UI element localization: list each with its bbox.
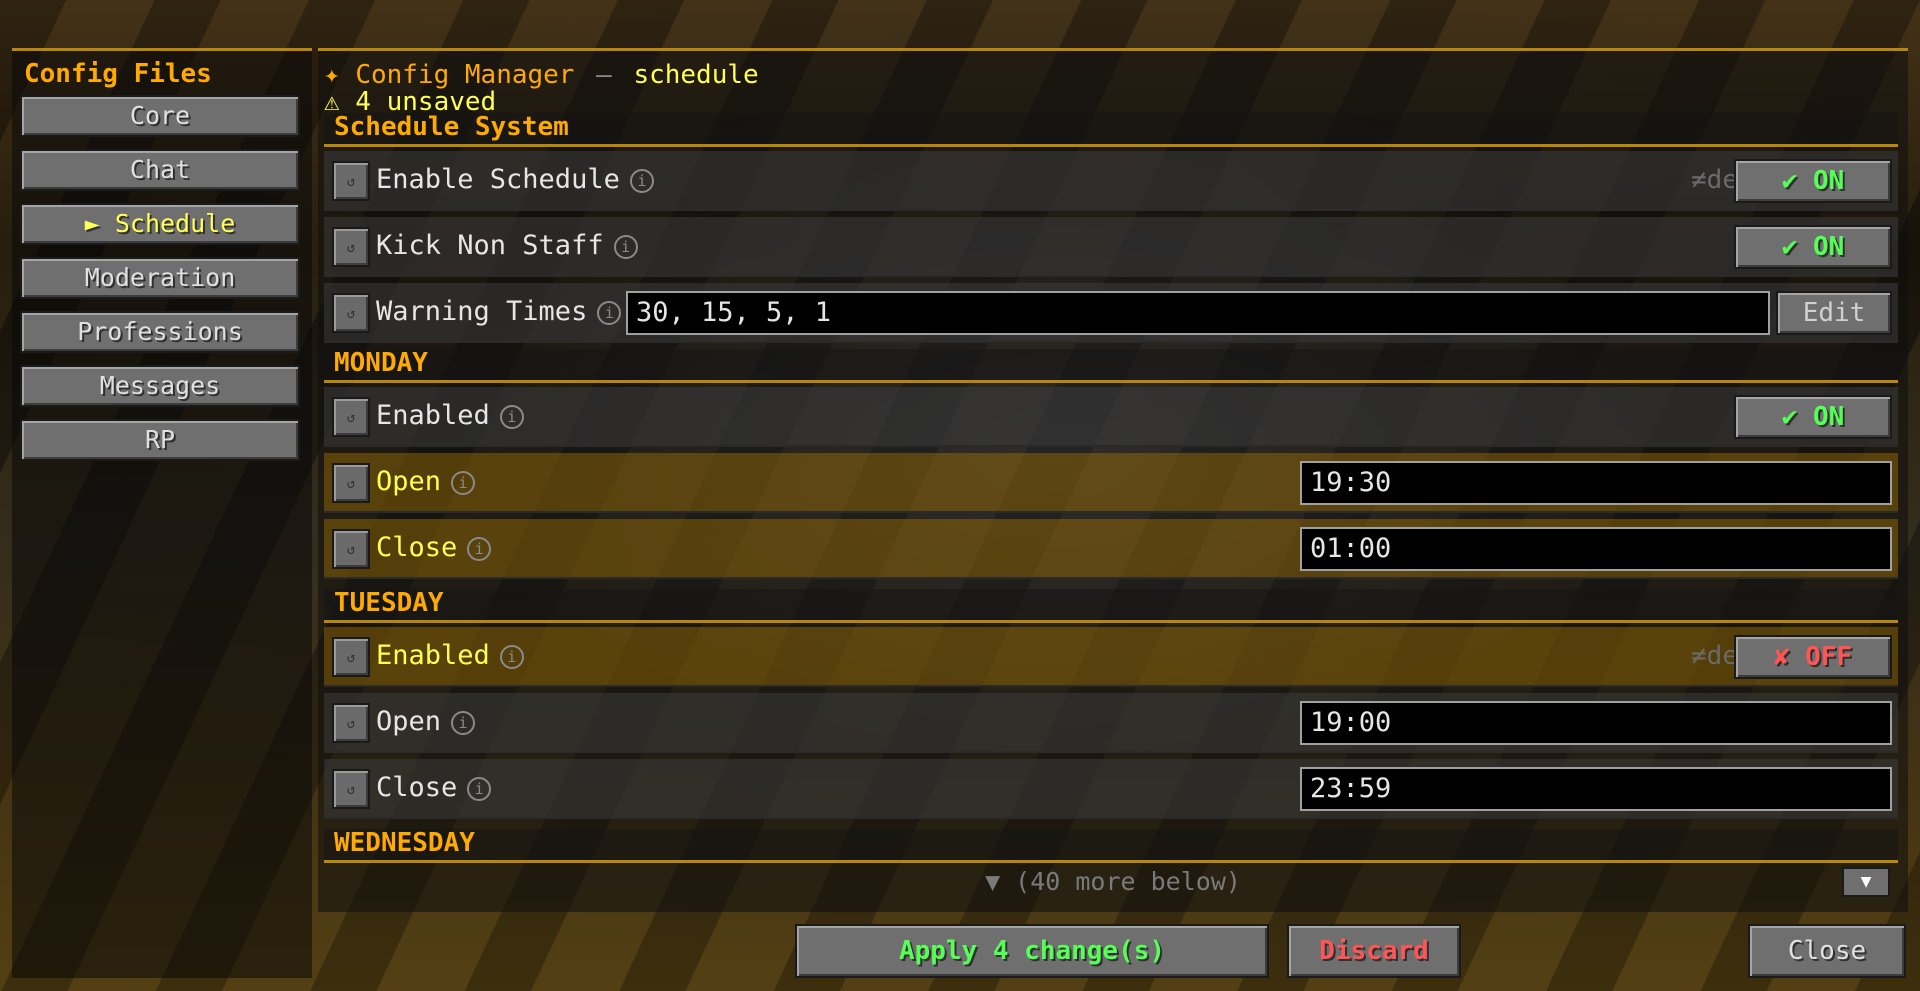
scroll-down-button[interactable]: ▼ [1842,867,1890,897]
tuesday-open-field[interactable]: 19:00 [1300,701,1892,745]
sidebar-item-moderation[interactable]: Moderation [20,257,300,299]
setting-row-enable-schedule: ↺ Enable Schedule i ≠de ✔ ON [324,151,1898,211]
kick-non-staff-toggle[interactable]: ✔ ON [1734,225,1892,269]
info-icon[interactable]: i [451,710,476,735]
section-title: TUESDAY [334,588,444,618]
warning-times-field[interactable]: 30, 15, 5, 1 [626,291,1770,335]
reset-icon[interactable]: ↺ [332,227,370,267]
not-default-indicator: ≠de [1691,165,1738,195]
header-separator: — [596,60,612,90]
sidebar-item-core[interactable]: Core [20,95,300,137]
info-icon[interactable]: i [629,168,654,193]
config-editor-panel: ✦ Config Manager — schedule ⚠ 4 unsaved … [318,48,1908,912]
reset-icon[interactable]: ↺ [332,529,370,569]
setting-label: Open [376,466,442,497]
sidebar-item-chat[interactable]: Chat [20,149,300,191]
reset-icon[interactable]: ↺ [332,161,370,201]
reset-icon[interactable]: ↺ [332,293,370,333]
sidebar-item-professions[interactable]: Professions [20,311,300,353]
tuesday-enabled-toggle[interactable]: ✘ OFF [1734,635,1892,679]
enable-schedule-toggle[interactable]: ✔ ON [1734,159,1892,203]
header-title: Config Manager [355,60,575,90]
setting-row-monday-open: ↺ Open i 19:30 [324,453,1898,513]
setting-label: Warning Times [376,296,588,327]
monday-enabled-toggle[interactable]: ✔ ON [1734,395,1892,439]
setting-label: Open [376,706,442,737]
setting-row-tuesday-enabled: ↺ Enabled i ≠de ✘ OFF [324,627,1898,687]
section-title: WEDNESDAY [334,828,475,858]
sidebar-item-messages[interactable]: Messages [20,365,300,407]
monday-close-field[interactable]: 01:00 [1300,527,1892,571]
config-files-sidebar: Config Files Core Chat ► Schedule Modera… [12,48,312,978]
setting-label: Enable Schedule [376,164,620,195]
section-title: Schedule System [334,112,569,142]
section-schedule-system: Schedule System [324,112,1898,147]
sidebar-item-schedule[interactable]: ► Schedule [20,203,300,245]
info-icon[interactable]: i [613,234,638,259]
config-manager-icon: ✦ [324,60,340,90]
apply-changes-button[interactable]: Apply 4 change(s) [795,924,1269,978]
more-below-indicator: ▼ (40 more below) [985,867,1241,896]
reset-icon[interactable]: ↺ [332,703,370,743]
tuesday-close-field[interactable]: 23:59 [1300,767,1892,811]
setting-label: Enabled [376,640,490,671]
setting-row-kick-non-staff: ↺ Kick Non Staff i ✔ ON [324,217,1898,277]
section-title: MONDAY [334,348,428,378]
info-icon[interactable]: i [467,536,492,561]
section-wednesday: WEDNESDAY [324,828,1898,863]
reset-icon[interactable]: ↺ [332,463,370,503]
panel-header: ✦ Config Manager — schedule [324,60,759,90]
setting-row-monday-close: ↺ Close i 01:00 [324,519,1898,579]
sidebar-title: Config Files [24,59,212,89]
discard-button[interactable]: Discard [1287,924,1461,978]
monday-open-field[interactable]: 19:30 [1300,461,1892,505]
reset-icon[interactable]: ↺ [332,637,370,677]
info-icon[interactable]: i [451,470,476,495]
setting-label: Kick Non Staff [376,230,604,261]
info-icon[interactable]: i [499,644,524,669]
reset-icon[interactable]: ↺ [332,397,370,437]
setting-label: Enabled [376,400,490,431]
setting-row-tuesday-close: ↺ Close i 23:59 [324,759,1898,819]
reset-icon[interactable]: ↺ [332,769,370,809]
setting-row-tuesday-open: ↺ Open i 19:00 [324,693,1898,753]
setting-row-monday-enabled: ↺ Enabled i ✔ ON [324,387,1898,447]
info-icon[interactable]: i [499,404,524,429]
not-default-indicator: ≠de [1691,641,1738,671]
info-icon[interactable]: i [467,776,492,801]
section-tuesday: TUESDAY [324,588,1898,623]
header-file-name: schedule [633,60,759,90]
section-monday: MONDAY [324,348,1898,383]
sidebar-item-rp[interactable]: RP [20,419,300,461]
warning-times-edit-button[interactable]: Edit [1776,291,1892,335]
setting-label: Close [376,532,458,563]
setting-label: Close [376,772,458,803]
setting-row-warning-times: ↺ Warning Times i 30, 15, 5, 1 Edit [324,283,1898,343]
info-icon[interactable]: i [597,300,622,325]
close-button[interactable]: Close [1748,924,1906,978]
